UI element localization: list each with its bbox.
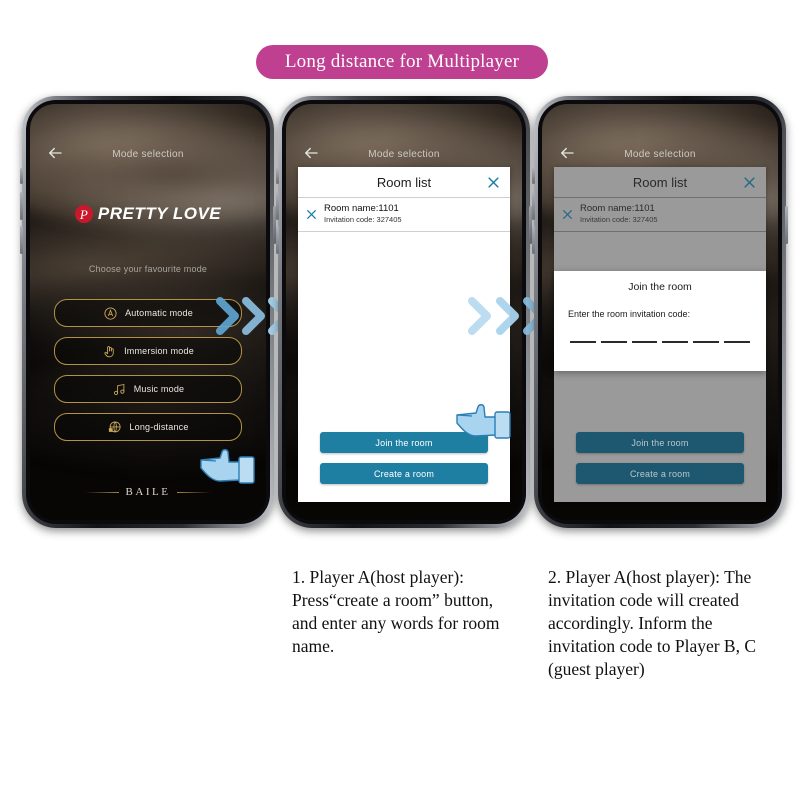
invitation-code-input[interactable] (568, 341, 752, 343)
room-list-header: Room list (298, 167, 510, 198)
mode-label: Immersion mode (124, 346, 194, 356)
app-header-1: Mode selection (30, 144, 266, 164)
code-slot-5[interactable] (693, 341, 720, 343)
invitation-code: Invitation code: 327405 (580, 214, 658, 224)
mode-button-long-distance[interactable]: Long-distance (54, 413, 242, 441)
automatic-mode-icon (103, 306, 118, 321)
hand-touch-icon (102, 344, 117, 359)
code-slot-1[interactable] (570, 341, 596, 343)
phone-button-power (785, 206, 788, 244)
close-x-icon[interactable] (560, 207, 574, 221)
page-title-banner: Long distance for Multiplayer (256, 45, 548, 79)
phone-button-volume-down (276, 226, 279, 254)
hand-pointer-cursor-phone1 (196, 440, 258, 492)
phone-mockup-3: Mode selection remote mode BAILE (532, 96, 788, 528)
close-x-icon[interactable] (304, 207, 318, 221)
close-x-icon[interactable] (741, 174, 757, 190)
phone-button-volume-up (532, 192, 535, 220)
caption-step-2: 2. Player A(host player): The invitation… (548, 567, 757, 680)
code-slot-6[interactable] (724, 341, 750, 343)
create-a-room-button[interactable]: Create a room (576, 463, 744, 484)
code-slot-2[interactable] (600, 341, 627, 343)
footer-rule-left (84, 491, 119, 493)
room-list-title: Room list (376, 174, 432, 190)
code-slot-4[interactable] (662, 341, 689, 343)
choose-mode-label: Choose your favourite mode (88, 264, 208, 274)
flow-chevron-6 (494, 296, 524, 336)
pretty-love-mark-icon: P (74, 205, 93, 223)
invitation-code: Invitation code: 327405 (324, 214, 402, 224)
room-list-title: Room list (632, 174, 688, 190)
music-note-icon (112, 382, 127, 397)
phone-button-volume-down (532, 226, 535, 254)
mode-label: Music mode (133, 384, 185, 394)
room-list-row[interactable]: Room name:1101 Invitation code: 327405 (554, 198, 766, 232)
page-title: Long distance for Multiplayer (284, 51, 520, 72)
mode-label: Long-distance (129, 422, 189, 432)
room-list-row[interactable]: Room name:1101 Invitation code: 327405 (298, 198, 510, 232)
caption-step-1: 1. Player A(host player): Press“create a… (292, 567, 500, 657)
hand-pointer-cursor-phone2 (452, 395, 514, 447)
app-header-title: Mode selection (368, 148, 440, 160)
phone-button-mute (276, 168, 279, 184)
mode-button-immersion[interactable]: Immersion mode (54, 337, 242, 365)
footer-brand-text: BAILE (125, 486, 171, 498)
phone-button-volume-down (20, 226, 23, 254)
room-name: Room name:1101 (580, 203, 655, 214)
mode-button-music[interactable]: Music mode (54, 375, 242, 403)
app-header-title: Mode selection (112, 148, 184, 160)
join-room-title: Join the room (628, 281, 692, 293)
room-name: Room name:1101 (324, 203, 399, 214)
mode-label: Automatic mode (125, 308, 193, 318)
globe-lock-icon (107, 420, 122, 435)
close-x-icon[interactable] (485, 174, 501, 190)
join-room-modal: Join the room Enter the room invitation … (554, 271, 766, 371)
app-header-2: Mode selection (286, 144, 522, 164)
phone-screen-3: Mode selection remote mode BAILE (542, 104, 778, 520)
code-slot-3[interactable] (631, 341, 658, 343)
phone-button-volume-up (276, 192, 279, 220)
join-room-prompt: Enter the room invitation code: (568, 309, 691, 319)
app-header-3: Mode selection (542, 144, 778, 164)
brand-logo: P PRETTY LOVE (30, 200, 266, 228)
room-list-actions: Join the room Create a room (554, 432, 766, 502)
join-the-room-button[interactable]: Join the room (576, 432, 744, 453)
phone-button-mute (20, 168, 23, 184)
create-a-room-button[interactable]: Create a room (320, 463, 488, 484)
flow-chevron-5 (466, 296, 496, 336)
room-list-header: Room list (554, 167, 766, 198)
brand-name: PRETTY LOVE (97, 204, 222, 223)
phone-button-volume-up (20, 192, 23, 220)
phone-button-mute (532, 168, 535, 184)
slide-canvas: Long distance for Multiplayer Mode selec… (0, 0, 800, 800)
app-header-title: Mode selection (624, 148, 696, 160)
